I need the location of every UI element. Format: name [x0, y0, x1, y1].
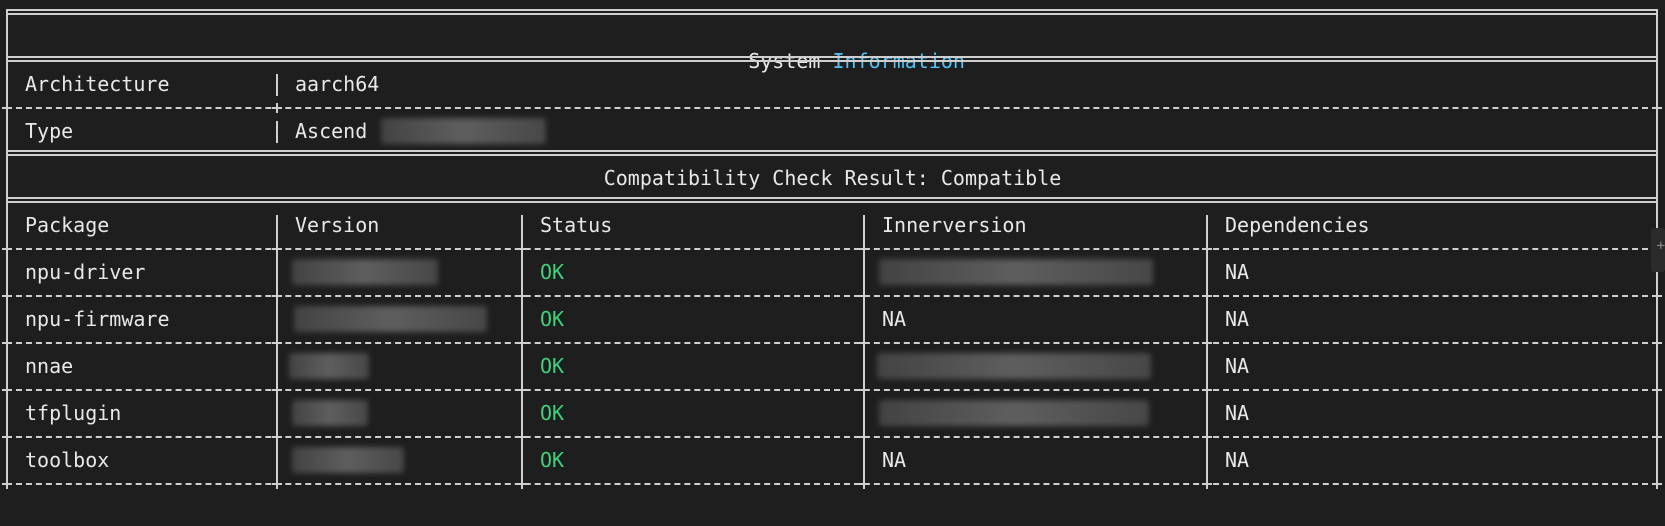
- junction: [2, 432, 12, 442]
- table-row-innerversion: NA: [882, 307, 907, 331]
- junction: [1652, 385, 1662, 395]
- status-ok: OK: [540, 354, 565, 378]
- redacted-innerversion: [879, 259, 1153, 285]
- redacted-version: [292, 259, 438, 285]
- junction: [859, 479, 869, 489]
- table-row-dependencies: NA: [1225, 401, 1250, 425]
- header-package: Package: [25, 213, 110, 237]
- header-innerversion: Innerversion: [882, 213, 1027, 237]
- junction: [859, 244, 869, 254]
- junction: [859, 432, 869, 442]
- junction: [272, 385, 282, 395]
- redacted-innerversion: [879, 400, 1149, 426]
- header-dependencies: Dependencies: [1225, 213, 1370, 237]
- junction: [2, 103, 12, 113]
- redacted-version: [289, 353, 369, 379]
- table-row-dependencies: NA: [1225, 260, 1250, 284]
- header-status: Status: [540, 213, 613, 237]
- column-separator: [276, 121, 278, 143]
- row-divider: [6, 248, 1658, 250]
- table-row-package: nnae: [25, 354, 74, 378]
- junction: [1652, 479, 1662, 489]
- column-separator: [276, 74, 278, 96]
- junction: [1652, 291, 1662, 301]
- junction: [2, 479, 12, 489]
- row-divider: [6, 107, 1658, 109]
- row-divider: [6, 436, 1658, 438]
- junction: [859, 291, 869, 301]
- junction: [517, 432, 527, 442]
- table-row-package: npu-driver: [25, 260, 146, 284]
- junction: [2, 338, 12, 348]
- compatibility-result: Compatibility Check Result: Compatible: [603, 166, 1062, 190]
- table-row-package: tfplugin: [25, 401, 122, 425]
- junction: [517, 479, 527, 489]
- title-border: [6, 56, 1658, 62]
- redacted-version: [292, 400, 368, 426]
- table-row-package: npu-firmware: [25, 307, 170, 331]
- junction: [1652, 432, 1662, 442]
- row-divider: [6, 389, 1658, 391]
- junction: [517, 291, 527, 301]
- junction: [1202, 479, 1212, 489]
- row-divider: [6, 295, 1658, 297]
- junction: [1652, 103, 1662, 113]
- junction: [859, 385, 869, 395]
- scrollbar-handle[interactable]: [1651, 228, 1665, 272]
- junction: [272, 103, 282, 113]
- terminal-output: System Information Architecture aarch64 …: [0, 0, 1665, 526]
- status-ok: OK: [540, 448, 565, 472]
- type-label: Type: [25, 119, 74, 143]
- table-row-dependencies: NA: [1225, 354, 1250, 378]
- redacted-version: [292, 447, 404, 473]
- junction: [1202, 291, 1212, 301]
- column-separator: [863, 215, 865, 483]
- junction: [859, 338, 869, 348]
- status-ok: OK: [540, 401, 565, 425]
- junction: [2, 244, 12, 254]
- row-divider: [6, 342, 1658, 344]
- junction: [1202, 244, 1212, 254]
- compat-top-border: [6, 150, 1658, 156]
- junction: [272, 479, 282, 489]
- status-ok: OK: [540, 260, 565, 284]
- junction: [517, 385, 527, 395]
- column-separator: [1206, 215, 1208, 483]
- junction: [2, 385, 12, 395]
- junction: [517, 244, 527, 254]
- junction: [272, 244, 282, 254]
- arch-label: Architecture: [25, 72, 170, 96]
- redacted-innerversion: [877, 353, 1151, 379]
- redacted-version: [294, 306, 487, 332]
- junction: [272, 338, 282, 348]
- table-row-dependencies: NA: [1225, 307, 1250, 331]
- junction: [272, 432, 282, 442]
- table-row-dependencies: NA: [1225, 448, 1250, 472]
- redacted-type: [381, 118, 546, 144]
- junction: [517, 338, 527, 348]
- header-version: Version: [295, 213, 380, 237]
- status-ok: OK: [540, 307, 565, 331]
- table-row-innerversion: NA: [882, 448, 907, 472]
- column-separator: [521, 215, 523, 483]
- junction: [272, 291, 282, 301]
- junction: [1652, 338, 1662, 348]
- junction: [1202, 338, 1212, 348]
- type-value: Ascend: [295, 119, 368, 143]
- arch-value: aarch64: [295, 72, 380, 96]
- compat-bottom-border: [6, 197, 1658, 203]
- junction: [1202, 432, 1212, 442]
- table-row-package: toolbox: [25, 448, 110, 472]
- top-border: [6, 9, 1658, 15]
- column-separator: [276, 215, 278, 483]
- row-divider: [6, 483, 1658, 485]
- junction: [2, 291, 12, 301]
- junction: [1202, 385, 1212, 395]
